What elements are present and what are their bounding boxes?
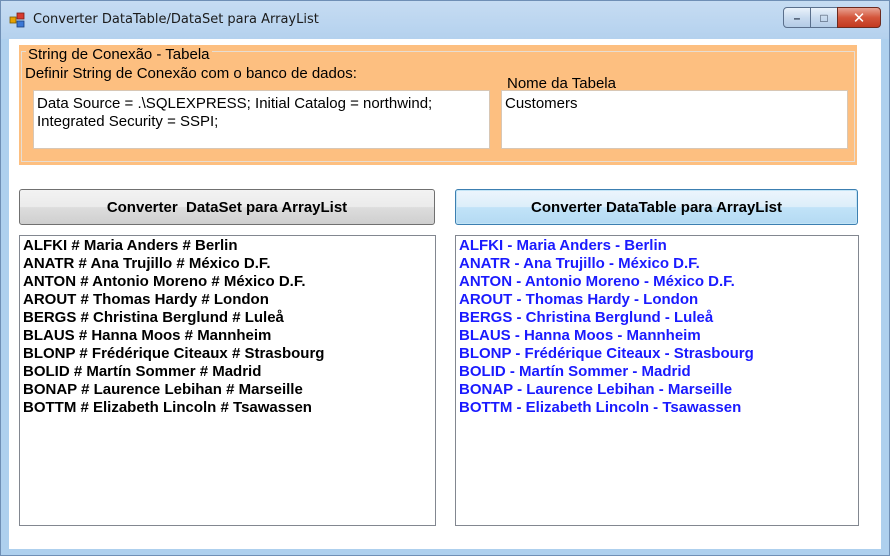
list-item[interactable]: AROUT - Thomas Hardy - London <box>459 291 855 309</box>
list-item[interactable]: BLONP - Frédérique Citeaux - Strasbourg <box>459 345 855 363</box>
list-item[interactable]: ANATR # Ana Trujillo # México D.F. <box>23 255 432 273</box>
groupbox-title: String de Conexão - Tabela <box>26 46 212 63</box>
window-title: Converter DataTable/DataSet para ArrayLi… <box>33 12 319 27</box>
list-item[interactable]: ANATR - Ana Trujillo - México D.F. <box>459 255 855 273</box>
dataset-list: ALFKI # Maria Anders # Berlin ANATR # Ana… <box>23 237 432 417</box>
list-item[interactable]: BOLID # Martín Sommer # Madrid <box>23 363 432 381</box>
list-item[interactable]: BONAP # Laurence Lebihan # Marseille <box>23 381 432 399</box>
close-icon: ✕ <box>852 9 866 27</box>
list-item[interactable]: BLONP # Frédérique Citeaux # Strasbourg <box>23 345 432 363</box>
close-button[interactable]: ✕ <box>837 7 881 28</box>
list-item[interactable]: AROUT # Thomas Hardy # London <box>23 291 432 309</box>
list-item[interactable]: ALFKI # Maria Anders # Berlin <box>23 237 432 255</box>
connection-string-input[interactable]: Data Source = .\SQLEXPRESS; Initial Cata… <box>33 90 490 149</box>
list-item[interactable]: ALFKI - Maria Anders - Berlin <box>459 237 855 255</box>
list-item[interactable]: BOTTM # Elizabeth Lincoln # Tsawassen <box>23 399 432 417</box>
dataset-listbox[interactable]: ALFKI # Maria Anders # Berlin ANATR # Ana… <box>19 235 436 526</box>
list-item[interactable]: BERGS - Christina Berglund - Luleå <box>459 309 855 327</box>
minimize-icon: – <box>793 10 801 25</box>
minimize-button[interactable]: – <box>783 7 811 28</box>
list-item[interactable]: BLAUS - Hanna Moos - Mannheim <box>459 327 855 345</box>
list-item[interactable]: BONAP - Laurence Lebihan - Marseille <box>459 381 855 399</box>
connection-string-label: Definir String de Conexão com o banco de… <box>25 65 357 82</box>
app-icon <box>9 12 25 28</box>
window-controls: – □ ✕ <box>783 7 881 29</box>
title-bar[interactable]: Converter DataTable/DataSet para ArrayLi… <box>1 1 889 39</box>
maximize-icon: □ <box>820 10 828 25</box>
main-window: Converter DataTable/DataSet para ArrayLi… <box>0 0 890 556</box>
list-item[interactable]: ANTON - Antonio Moreno - México D.F. <box>459 273 855 291</box>
list-item[interactable]: ANTON # Antonio Moreno # México D.F. <box>23 273 432 291</box>
list-item[interactable]: BOLID - Martín Sommer - Madrid <box>459 363 855 381</box>
list-item[interactable]: BLAUS # Hanna Moos # Mannheim <box>23 327 432 345</box>
datatable-listbox[interactable]: ALFKI - Maria Anders - Berlin ANATR - Ana… <box>455 235 859 526</box>
connection-groupbox: String de Conexão - Tabela Definir Strin… <box>19 45 857 165</box>
datatable-list: ALFKI - Maria Anders - Berlin ANATR - Ana… <box>459 237 855 417</box>
form-client-area: String de Conexão - Tabela Definir Strin… <box>9 39 881 549</box>
table-name-input[interactable]: Customers <box>501 90 848 149</box>
convert-datatable-button[interactable]: Converter DataTable para ArrayList <box>455 189 858 225</box>
list-item[interactable]: BOTTM - Elizabeth Lincoln - Tsawassen <box>459 399 855 417</box>
list-item[interactable]: BERGS # Christina Berglund # Luleå <box>23 309 432 327</box>
maximize-button[interactable]: □ <box>810 7 838 28</box>
convert-dataset-button[interactable]: Converter DataSet para ArrayList <box>19 189 435 225</box>
